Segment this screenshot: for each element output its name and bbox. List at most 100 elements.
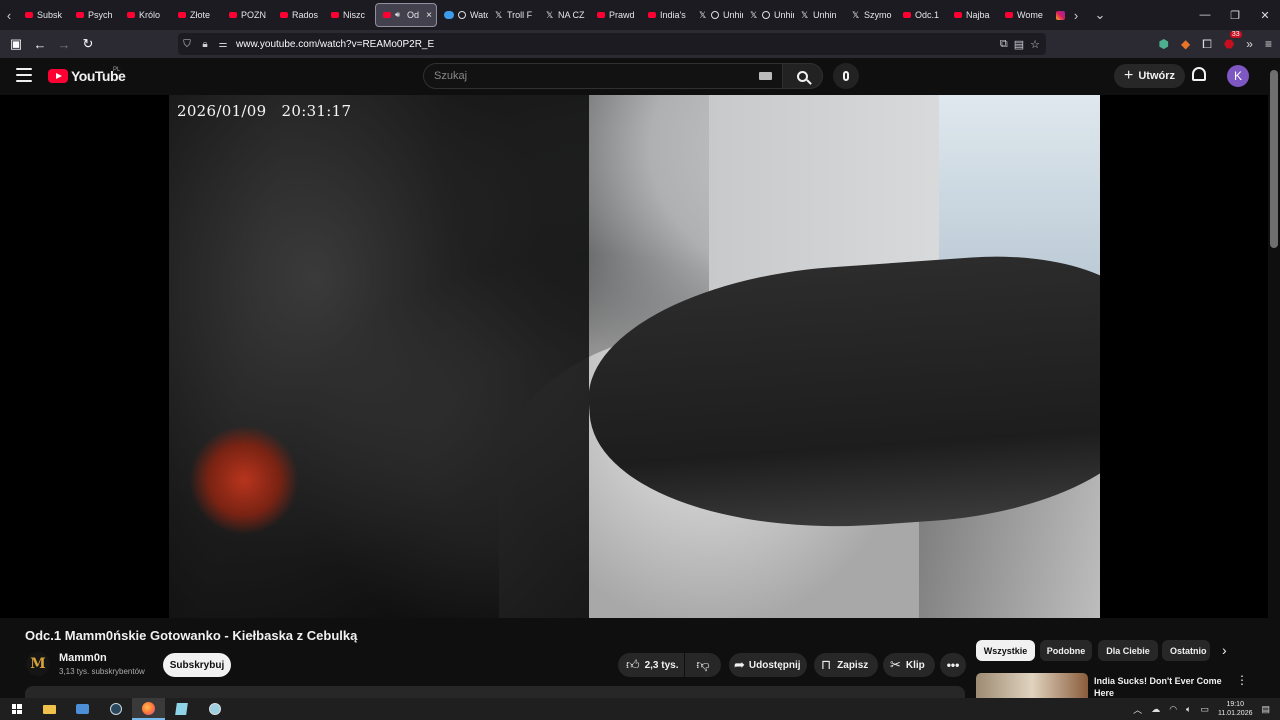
browser-tab[interactable]: Odc.1 [896, 3, 947, 27]
browser-tab[interactable]: 𝕏 Unhin [692, 3, 743, 27]
voice-search-button[interactable] [833, 63, 859, 89]
extensions-puzzle-icon[interactable]: ⧠ [1202, 37, 1212, 52]
clip-button[interactable]: ✂︎ Klip [883, 653, 935, 677]
browser-tab[interactable]: Złote [171, 3, 222, 27]
speaker-icon[interactable]: 🔈︎ [1186, 704, 1191, 715]
circle-favicon-icon [711, 11, 719, 19]
browser-tab[interactable]: Psych [69, 3, 120, 27]
network-icon[interactable]: ☁︎ [1151, 704, 1160, 715]
minimize-icon[interactable]: — [1190, 0, 1220, 30]
notepad-icon[interactable] [165, 698, 198, 720]
sidebar-toggle-icon[interactable]: ▣ [4, 30, 28, 58]
youtube-icon [76, 12, 84, 18]
notifications-bell-icon[interactable] [1192, 67, 1206, 81]
restore-icon[interactable]: ❐ [1220, 0, 1250, 30]
browser-tab[interactable]: Subsk [18, 3, 69, 27]
tab-scroll-left-icon[interactable]: ‹ [0, 0, 18, 30]
youtube-icon [127, 12, 135, 18]
chip-for-you[interactable]: Dla Ciebie [1098, 640, 1158, 661]
browser-tab[interactable]: POZN [222, 3, 273, 27]
video-player[interactable]: 2026/01/09 20:31:17 [0, 95, 1268, 618]
like-button[interactable]: 👍︎ 2,3 tys. [618, 653, 684, 677]
bookmark-star-icon[interactable]: ☆ [1030, 38, 1040, 51]
save-button[interactable]: ⊓ Zapisz [814, 653, 878, 677]
tab-list-dropdown-icon[interactable]: ⌄ [1085, 0, 1115, 30]
vpn-shield-icon[interactable]: ⬢ [1158, 37, 1168, 51]
recommendation-title[interactable]: India Sucks! Don't Ever Come Here [1094, 675, 1222, 698]
tab-scroll-right-icon[interactable]: › [1067, 0, 1085, 30]
tab-label: Unhin [813, 10, 837, 20]
chip-related[interactable]: Podobne [1040, 640, 1092, 661]
display-icon[interactable]: ▭ [1200, 704, 1209, 715]
browser-tab[interactable]: 🔊︎ Od × [375, 3, 437, 27]
picture-in-picture-icon[interactable]: ⧉ [1000, 38, 1008, 51]
tab-close-icon[interactable]: × [426, 10, 432, 21]
notifications-icon[interactable]: ▤ [1261, 704, 1270, 715]
more-actions-button[interactable]: ••• [940, 653, 966, 677]
overflow-chevrons-icon[interactable]: » [1246, 37, 1253, 51]
page-scrollbar[interactable] [1268, 58, 1280, 698]
browser-tab[interactable]: Prawd [590, 3, 641, 27]
reader-view-icon[interactable]: ▤ [1014, 38, 1024, 51]
speaker-icon[interactable]: 🔊︎ [395, 10, 403, 20]
browser-tab[interactable]: Królo [120, 3, 171, 27]
browser-tab[interactable]: Niszc [324, 3, 375, 27]
tab-label: NA CZ [558, 10, 585, 20]
share-button[interactable]: ➦ Udostępnij [729, 653, 807, 677]
scrollbar-thumb[interactable] [1270, 70, 1278, 248]
browser-tab[interactable]: 𝕏 Unhin [743, 3, 794, 27]
tray-overflow-icon[interactable]: ︿ [1133, 703, 1142, 716]
wifi-icon[interactable]: ◠ [1169, 704, 1177, 715]
recommendation-thumbnail[interactable] [976, 673, 1088, 698]
browser-tab[interactable]: India's [641, 3, 692, 27]
browser-tab[interactable]: 𝕏 Troll F [488, 3, 539, 27]
video-frame[interactable]: 2026/01/09 20:31:17 [169, 95, 1100, 618]
recommendation-menu-icon[interactable]: ⋮ [1236, 673, 1248, 687]
address-bar[interactable]: ⛉ 🔒︎ ⚌ www.youtube.com/watch?v=REAMo0P2R… [178, 33, 1046, 55]
app-menu-icon[interactable]: ≡ [1265, 37, 1272, 51]
dislike-button[interactable]: 👎︎ [685, 653, 721, 677]
permissions-icon[interactable]: ⚌ [214, 39, 232, 50]
forward-icon[interactable]: → [52, 30, 76, 58]
app-globe-icon[interactable] [198, 698, 231, 720]
description-box[interactable] [25, 686, 965, 698]
taskbar-clock[interactable]: 19:10 11.01.2026 [1218, 700, 1253, 718]
tab-label: Unhin [774, 10, 794, 20]
keyboard-icon[interactable] [759, 72, 772, 80]
browser-tab[interactable]: 𝕏 Szymo [845, 3, 896, 27]
account-avatar[interactable]: K [1227, 65, 1249, 87]
close-window-icon[interactable]: ✕ [1250, 0, 1280, 30]
start-button[interactable] [0, 698, 33, 720]
chip-all[interactable]: Wszystkie [976, 640, 1035, 661]
steam-icon[interactable] [99, 698, 132, 720]
chip-recent[interactable]: Ostatnio [1162, 640, 1210, 661]
url-text[interactable]: www.youtube.com/watch?v=REAMo0P2R_E [236, 39, 434, 50]
browser-tab[interactable] [1049, 3, 1067, 27]
browser-tab[interactable]: Najba [947, 3, 998, 27]
extension-fox-icon[interactable]: ◆ [1181, 37, 1190, 51]
adblock-badge: 33 [1229, 31, 1242, 38]
adblock-icon[interactable]: ⬣ 33 [1224, 31, 1242, 51]
channel-avatar[interactable]: M [26, 652, 50, 676]
search-input[interactable]: Szukaj [423, 63, 783, 89]
browser-tab[interactable]: 𝕏 NA CZ [539, 3, 590, 27]
browser-tab[interactable]: Wome [998, 3, 1049, 27]
lock-icon[interactable]: 🔒︎ [196, 39, 214, 50]
subscribe-button[interactable]: Subskrybuj [163, 653, 231, 677]
browser-tab[interactable]: 𝕏 Unhin [794, 3, 845, 27]
chips-next-chevron-icon[interactable]: › [1222, 642, 1227, 658]
reload-icon[interactable]: ↻ [76, 30, 100, 58]
back-icon[interactable]: ← [28, 30, 52, 58]
channel-name[interactable]: Mamm0n [59, 652, 107, 664]
browser-tab[interactable]: Watch [437, 3, 488, 27]
file-explorer-icon[interactable] [33, 698, 66, 720]
firefox-icon[interactable] [132, 698, 165, 720]
remote-desktop-icon[interactable] [66, 698, 99, 720]
browser-tab[interactable]: Rados [273, 3, 324, 27]
hamburger-menu-icon[interactable] [16, 68, 32, 82]
tab-label: Złote [190, 10, 211, 20]
search-button[interactable] [783, 63, 823, 89]
plus-icon: + [1124, 67, 1134, 84]
create-button[interactable]: + Utwórz [1114, 64, 1186, 88]
tracking-shield-icon[interactable]: ⛉ [178, 39, 196, 50]
